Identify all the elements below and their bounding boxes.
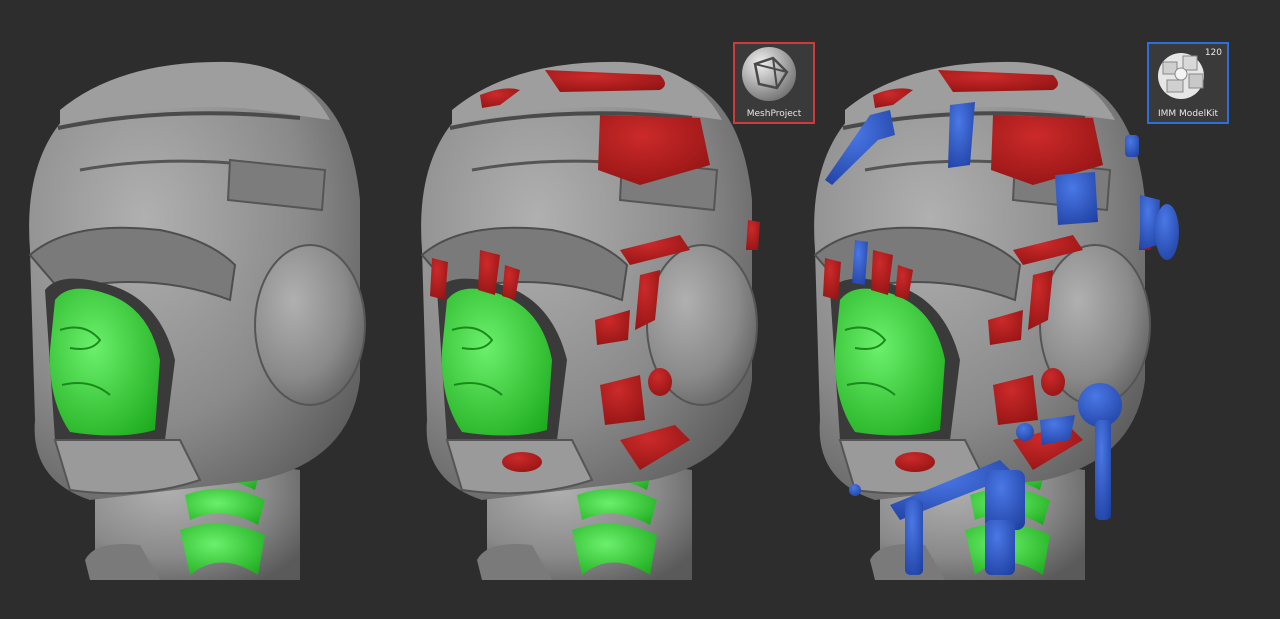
model-base bbox=[27, 59, 367, 582]
brush-label: IMM ModelKit bbox=[1158, 109, 1218, 119]
brush-count: 120 bbox=[1204, 48, 1222, 58]
model-kitbash bbox=[812, 59, 1179, 582]
3d-viewport[interactable]: MeshProject 120 IMM ModelKit bbox=[0, 0, 1280, 619]
brush-tile-meshproject[interactable]: MeshProject bbox=[733, 42, 815, 124]
brush-label: MeshProject bbox=[746, 109, 802, 119]
model-meshproject bbox=[419, 59, 760, 582]
sphere-mesh-icon bbox=[742, 47, 796, 101]
viewport-canvas bbox=[27, 59, 1179, 582]
brush-tile-imm-modelkit[interactable]: 120 IMM ModelKit bbox=[1147, 42, 1229, 124]
